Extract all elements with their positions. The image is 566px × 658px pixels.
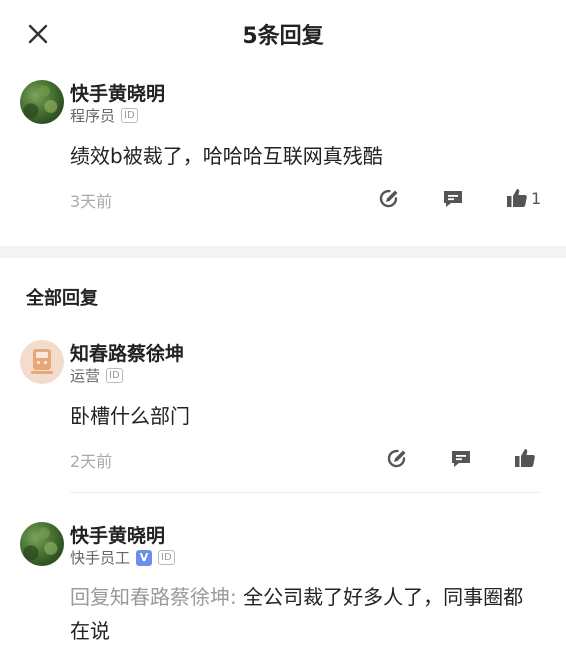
username[interactable]: 知春路蔡徐坤 [70,339,184,366]
reply-text: 回复知春路蔡徐坤: 全公司裁了好多人了，同事圈都在说 [70,580,540,648]
like-button[interactable] [513,446,537,470]
username[interactable]: 快手黄晓明 [70,79,165,106]
verified-badge: V [136,549,153,566]
comment-icon [452,451,470,467]
section-title: 全部回复 [26,288,98,309]
edit-button[interactable] [385,447,409,471]
header: 5条回复 [0,0,566,64]
comment-time: 3天前 [70,192,113,211]
like-count: 1 [531,189,542,208]
like-button[interactable] [505,186,529,210]
avatar[interactable] [20,340,64,384]
user-role-row: 快手员工 V ID [70,547,175,568]
comment-text: 卧槽什么部门 [70,404,190,428]
train-icon [31,349,53,374]
username[interactable]: 快手黄晓明 [70,521,165,548]
edit-button[interactable] [377,187,401,211]
user-role: 快手员工 [70,549,131,567]
reply-button[interactable] [441,187,465,211]
like-icon [515,449,535,467]
comment-icon [444,191,462,207]
id-badge: ID [158,550,175,565]
reply-divider [70,492,540,493]
id-badge: ID [121,108,138,123]
user-role-row: 运营 ID [70,365,123,386]
page-title: 5条回复 [242,24,324,49]
comment-text: 绩效b被裁了，哈哈哈互联网真残酷 [70,144,383,168]
edit-icon [379,189,398,208]
edit-icon [387,449,406,468]
avatar[interactable] [20,80,64,124]
reply-prefix[interactable]: 回复知春路蔡徐坤: [70,585,237,609]
id-badge: ID [106,368,123,383]
comment-time: 2天前 [70,452,113,471]
like-icon [507,189,527,207]
section-divider [0,246,566,258]
reply-button[interactable] [449,447,473,471]
user-role: 程序员 [70,107,116,125]
user-role-row: 程序员 ID [70,105,138,126]
user-role: 运营 [70,367,101,385]
avatar[interactable] [20,522,64,566]
